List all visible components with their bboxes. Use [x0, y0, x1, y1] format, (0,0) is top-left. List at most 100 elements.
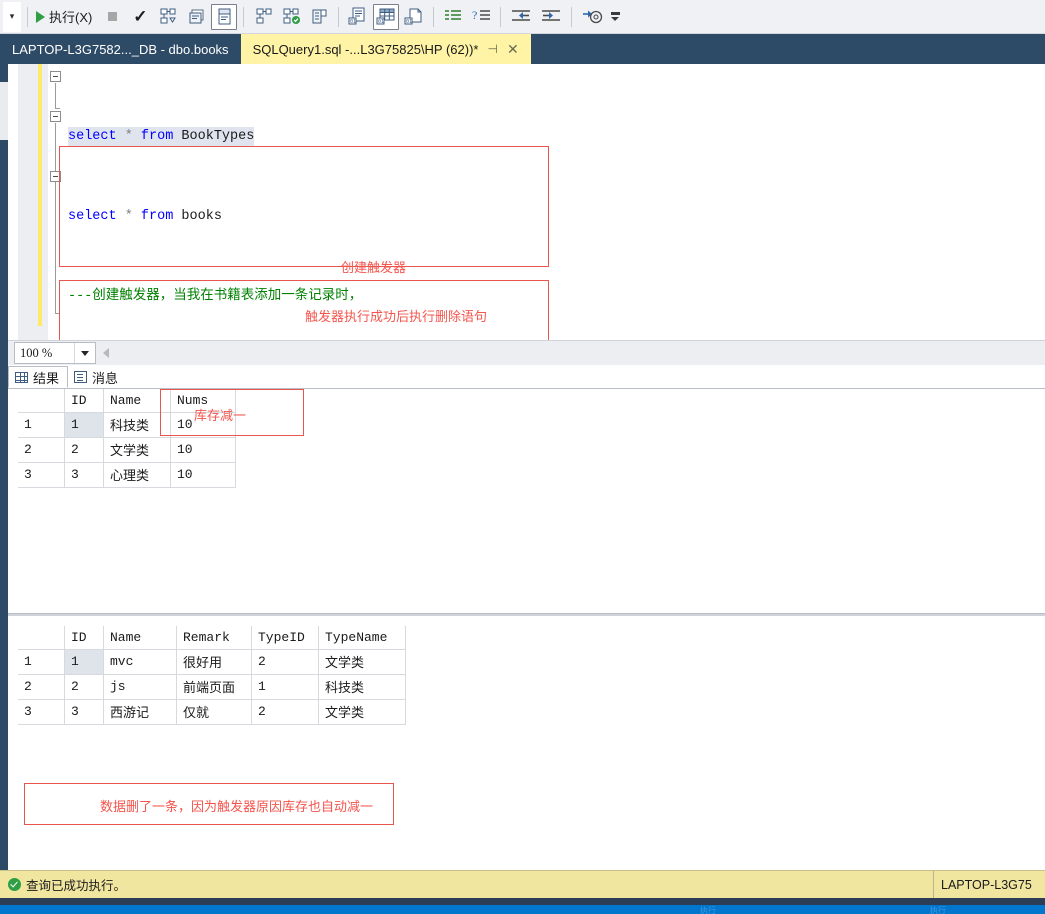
pin-icon[interactable]: ⊣: [488, 43, 498, 55]
display-estimated-plan-button[interactable]: [155, 4, 181, 30]
execute-button[interactable]: 执行(X): [33, 4, 98, 30]
grid-splitter[interactable]: [8, 613, 1045, 616]
cell-id[interactable]: 2: [64, 437, 104, 463]
taskbar-item-2[interactable]: 执行: [930, 905, 990, 914]
results-to-file-button[interactable]: 01: [401, 4, 427, 30]
svg-text:?: ?: [472, 8, 477, 22]
cell-id[interactable]: 1: [64, 649, 104, 675]
cell-remark[interactable]: 很好用: [176, 649, 252, 675]
hscroll-left-arrow-icon[interactable]: [103, 348, 109, 358]
decrease-indent-button[interactable]: [507, 4, 535, 30]
include-live-stats-button[interactable]: [278, 4, 304, 30]
cell-name[interactable]: 文学类: [103, 437, 171, 463]
uncomment-lines-icon: ?: [472, 8, 491, 22]
cell-typeid[interactable]: 1: [251, 674, 319, 700]
results-to-text-button[interactable]: 01: [345, 4, 371, 30]
code-line: select * from books: [8, 207, 1045, 227]
column-header-typename[interactable]: TypeName: [318, 626, 406, 650]
column-header-rownum[interactable]: [18, 626, 65, 650]
cell-name[interactable]: 西游记: [103, 699, 177, 725]
toolbar-more-icon[interactable]: [609, 4, 621, 30]
annotation-row-deleted: 数据删了一条，因为触发器原因库存也自动减一: [100, 799, 374, 814]
stop-button[interactable]: [99, 4, 125, 30]
cell-remark[interactable]: 前端页面: [176, 674, 252, 700]
intellisense-button[interactable]: [211, 3, 238, 30]
cell-nums[interactable]: 10: [170, 437, 236, 463]
table-row[interactable]: 3 3 心理类 10: [18, 462, 236, 488]
comment-lines-button[interactable]: [440, 4, 466, 30]
cell-name[interactable]: js: [103, 674, 177, 700]
code-token: *: [116, 129, 141, 144]
tab-messages[interactable]: 消息: [68, 366, 126, 388]
toolbar-overflow-button[interactable]: ▾: [2, 0, 22, 33]
tab-dbo-books[interactable]: LAPTOP-L3G7582..._DB - dbo.books: [0, 34, 241, 64]
cell-id[interactable]: 1: [64, 412, 104, 438]
cell-nums[interactable]: 10: [170, 462, 236, 488]
taskbar-item-1[interactable]: 执行: [700, 905, 760, 914]
svg-text:01: 01: [378, 19, 384, 25]
query-options-button[interactable]: [183, 4, 209, 30]
code-token: books: [173, 209, 222, 224]
increase-indent-button[interactable]: [537, 4, 565, 30]
column-header-id[interactable]: ID: [64, 389, 104, 413]
cell-name[interactable]: 心理类: [103, 462, 171, 488]
cell-name[interactable]: 科技类: [103, 412, 171, 438]
table-row[interactable]: 2 2 文学类 10: [18, 437, 236, 463]
taskbar: [0, 905, 1045, 914]
status-left-group: 查询已成功执行。: [0, 875, 126, 894]
annotation-delete-after-trigger: 触发器执行成功后执行删除语句: [305, 309, 488, 324]
cell-remark[interactable]: 仅就: [176, 699, 252, 725]
table-row[interactable]: 3 3 西游记 仅就 2 文学类: [18, 699, 406, 725]
decrease-indent-icon: [512, 10, 531, 21]
include-actual-plan-button[interactable]: [250, 4, 276, 30]
column-header-typeid[interactable]: TypeID: [251, 626, 319, 650]
row-number[interactable]: 3: [18, 699, 65, 725]
left-dock-stub: [0, 64, 9, 870]
cell-id[interactable]: 3: [64, 699, 104, 725]
uncomment-lines-button[interactable]: ?: [468, 4, 494, 30]
stop-square-icon: [107, 12, 117, 21]
column-header-rownum[interactable]: [18, 389, 65, 413]
close-icon[interactable]: ✕: [507, 42, 519, 56]
status-message: 查询已成功执行。: [26, 879, 127, 893]
code-token: select: [68, 129, 117, 144]
cell-typename[interactable]: 文学类: [318, 649, 406, 675]
chevron-down-icon[interactable]: [74, 343, 95, 363]
column-header-name[interactable]: Name: [103, 626, 177, 650]
cell-typename[interactable]: 科技类: [318, 674, 406, 700]
column-header-name[interactable]: Name: [103, 389, 171, 413]
cell-id[interactable]: 2: [64, 674, 104, 700]
actual-plan-icon: [256, 8, 272, 24]
results-tabstrip: 结果 消息: [8, 364, 1045, 388]
toolbar-separator: [500, 6, 502, 27]
cell-id[interactable]: 3: [64, 462, 104, 488]
row-number[interactable]: 1: [18, 412, 65, 438]
specify-values-button[interactable]: [578, 4, 606, 30]
zoom-combobox[interactable]: 100 %: [14, 342, 96, 364]
cell-name[interactable]: mvc: [103, 649, 177, 675]
results-grid-1[interactable]: ID Name Nums 1 1 科技类 10 2 2 文学类 10 3 3 心…: [18, 389, 236, 488]
cell-typeid[interactable]: 2: [251, 649, 319, 675]
table-row[interactable]: 1 1 mvc 很好用 2 文学类: [18, 649, 406, 675]
results-to-text-icon: 01: [348, 7, 365, 25]
row-number[interactable]: 1: [18, 649, 65, 675]
toolbar-separator: [27, 6, 28, 27]
column-header-remark[interactable]: Remark: [176, 626, 252, 650]
row-number[interactable]: 2: [18, 437, 65, 463]
tab-results[interactable]: 结果: [8, 366, 69, 388]
results-to-grid-button[interactable]: 01: [373, 3, 400, 30]
code-token: from: [140, 209, 174, 224]
table-row[interactable]: 2 2 js 前端页面 1 科技类: [18, 674, 406, 700]
results-grid-2[interactable]: ID Name Remark TypeID TypeName 1 1 mvc 很: [18, 626, 406, 725]
tab-sqlquery1[interactable]: SQLQuery1.sql -...L3G75825\HP (62))* ⊣ ✕: [240, 34, 531, 64]
row-number[interactable]: 3: [18, 462, 65, 488]
code-line: ---创建触发器，当我在书籍表添加一条记录时，: [8, 287, 1045, 307]
cell-typename[interactable]: 文学类: [318, 699, 406, 725]
include-client-stats-button[interactable]: [306, 4, 332, 30]
cell-typeid[interactable]: 2: [251, 699, 319, 725]
sql-editor[interactable]: select * from BookTypes select * from bo…: [8, 64, 1045, 342]
parse-button[interactable]: ✓: [127, 4, 153, 30]
svg-text:01: 01: [350, 19, 356, 25]
row-number[interactable]: 2: [18, 674, 65, 700]
column-header-id[interactable]: ID: [64, 626, 104, 650]
